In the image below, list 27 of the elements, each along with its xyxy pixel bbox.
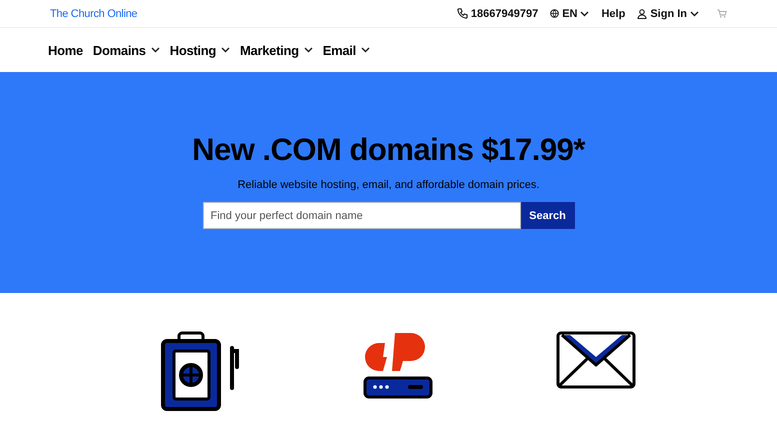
site-name-link[interactable]: The Church Online bbox=[50, 8, 138, 20]
globe-icon bbox=[550, 9, 560, 18]
nav-menu-item[interactable]: Hosting bbox=[170, 42, 230, 58]
user-icon bbox=[637, 8, 648, 18]
help-link[interactable]: Help bbox=[601, 8, 626, 20]
nav-menu-item[interactable]: Domains bbox=[92, 42, 160, 58]
chevron-down-icon bbox=[580, 10, 590, 16]
clipboard-pen-icon bbox=[161, 331, 242, 411]
nav-menu-item[interactable]: Email bbox=[322, 42, 370, 58]
chevron-down-icon bbox=[360, 47, 370, 53]
chevron-down-icon bbox=[304, 47, 313, 53]
nav-menu-item[interactable]: Marketing bbox=[240, 42, 313, 58]
phone-link[interactable]: 18667949797 bbox=[456, 8, 538, 20]
phone-icon bbox=[456, 8, 468, 19]
search-button[interactable]: Search bbox=[520, 202, 574, 229]
chevron-down-icon bbox=[221, 47, 230, 53]
domain-search-field[interactable]: Find your perfect domain name bbox=[202, 202, 520, 229]
nav-menu-item[interactable]: Home bbox=[48, 42, 83, 58]
hero-title: New .COM domains $17.99* bbox=[192, 132, 585, 168]
server-logo-icon bbox=[363, 331, 434, 399]
sign-in-menu[interactable]: Sign In bbox=[637, 8, 699, 20]
chevron-down-icon bbox=[690, 10, 699, 16]
envelope-icon bbox=[556, 331, 636, 389]
chevron-down-icon bbox=[150, 47, 160, 53]
cart-icon[interactable] bbox=[717, 9, 727, 18]
hero-subtitle: Reliable website hosting, email, and affordable domain prices. bbox=[238, 179, 540, 191]
language-menu[interactable]: EN bbox=[550, 8, 590, 20]
